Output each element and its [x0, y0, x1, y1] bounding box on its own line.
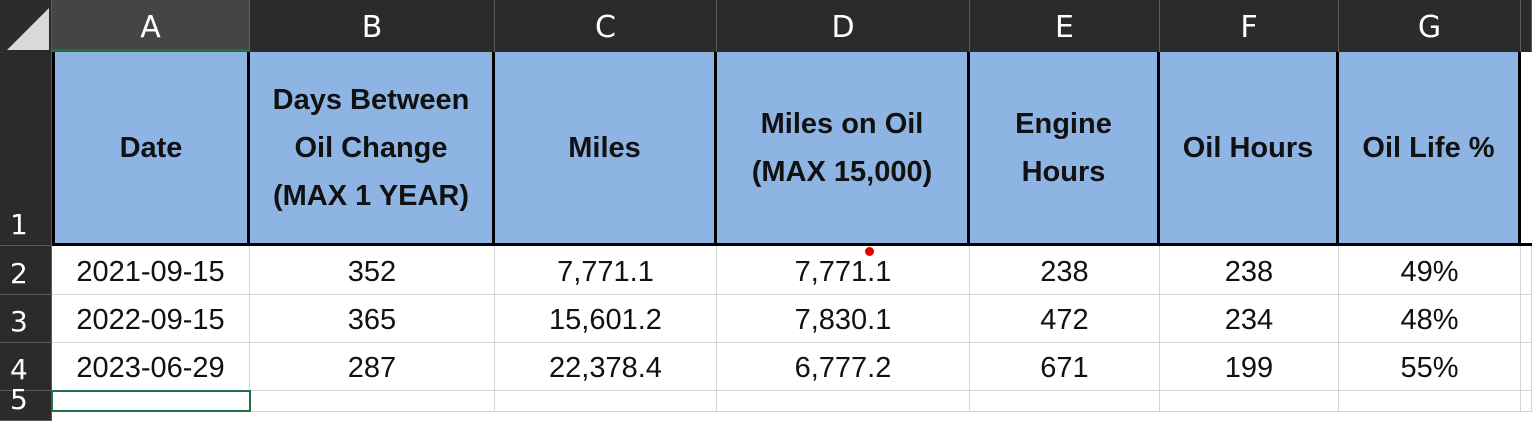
cell-b5[interactable]	[250, 391, 495, 412]
row-number: 1	[10, 208, 28, 241]
column-header-d[interactable]: D	[717, 0, 970, 52]
cell-g3[interactable]: 48%	[1339, 295, 1521, 343]
cell-h3[interactable]	[1521, 295, 1532, 343]
cell-f5[interactable]	[1160, 391, 1339, 412]
cell-d2[interactable]: 7,771.1	[717, 246, 970, 295]
cell-d5[interactable]	[717, 391, 970, 412]
cell-a2[interactable]: 2021-09-15	[52, 246, 250, 295]
header-cell-oil-hours[interactable]: Oil Hours	[1160, 52, 1339, 246]
cell-a4[interactable]: 2023-06-29	[52, 343, 250, 391]
cell-d4[interactable]: 6,777.2	[717, 343, 970, 391]
cell-e4[interactable]: 671	[970, 343, 1160, 391]
header-cell-miles[interactable]: Miles	[495, 52, 717, 246]
select-all-triangle-icon	[7, 8, 49, 50]
row-number: 3	[10, 305, 28, 338]
column-header-e[interactable]: E	[970, 0, 1160, 52]
cell-f3[interactable]: 234	[1160, 295, 1339, 343]
comment-indicator-icon[interactable]	[865, 247, 874, 256]
active-cell-outline	[51, 390, 251, 412]
column-header-g[interactable]: G	[1339, 0, 1521, 52]
cell-f4[interactable]: 199	[1160, 343, 1339, 391]
cell-b2[interactable]: 352	[250, 246, 495, 295]
spreadsheet-grid[interactable]: A B C D E F G 1 2 3 4 5 Date Days Betwee…	[0, 0, 1532, 421]
cell-d3[interactable]: 7,830.1	[717, 295, 970, 343]
cell-f2[interactable]: 238	[1160, 246, 1339, 295]
cell-a3[interactable]: 2022-09-15	[52, 295, 250, 343]
cell-c3[interactable]: 15,601.2	[495, 295, 717, 343]
row-number: 5	[10, 383, 28, 416]
cell-c5[interactable]	[495, 391, 717, 412]
cell-c2[interactable]: 7,771.1	[495, 246, 717, 295]
row-number: 2	[10, 257, 28, 290]
cell-c4[interactable]: 22,378.4	[495, 343, 717, 391]
cell-g4[interactable]: 55%	[1339, 343, 1521, 391]
cell-e2[interactable]: 238	[970, 246, 1160, 295]
cell-b3[interactable]: 365	[250, 295, 495, 343]
header-cell-oil-life[interactable]: Oil Life %	[1339, 52, 1521, 246]
row-header-3[interactable]: 3	[0, 295, 52, 343]
cell-g2[interactable]: 49%	[1339, 246, 1521, 295]
row-header-1[interactable]: 1	[0, 52, 52, 246]
column-header-h[interactable]	[1521, 0, 1532, 52]
row-header-5[interactable]: 5	[0, 386, 52, 421]
cell-e3[interactable]: 472	[970, 295, 1160, 343]
cell-h4[interactable]	[1521, 343, 1532, 391]
select-all-button[interactable]	[0, 0, 52, 52]
header-cell-days-between[interactable]: Days Between Oil Change (MAX 1 YEAR)	[250, 52, 495, 246]
column-header-a[interactable]: A	[52, 0, 250, 52]
column-header-b[interactable]: B	[250, 0, 495, 52]
header-cell-engine-hours[interactable]: Engine Hours	[970, 52, 1160, 246]
column-header-c[interactable]: C	[495, 0, 717, 52]
header-cell-miles-on-oil[interactable]: Miles on Oil (MAX 15,000)	[717, 52, 970, 246]
header-cell-date[interactable]: Date	[52, 52, 250, 246]
cell-b4[interactable]: 287	[250, 343, 495, 391]
cell-h2[interactable]	[1521, 246, 1532, 295]
cell-e5[interactable]	[970, 391, 1160, 412]
cell-g5[interactable]	[1339, 391, 1521, 412]
column-header-f[interactable]: F	[1160, 0, 1339, 52]
header-cell-h[interactable]	[1521, 52, 1532, 246]
row-header-2[interactable]: 2	[0, 246, 52, 295]
cell-h5[interactable]	[1521, 391, 1532, 412]
